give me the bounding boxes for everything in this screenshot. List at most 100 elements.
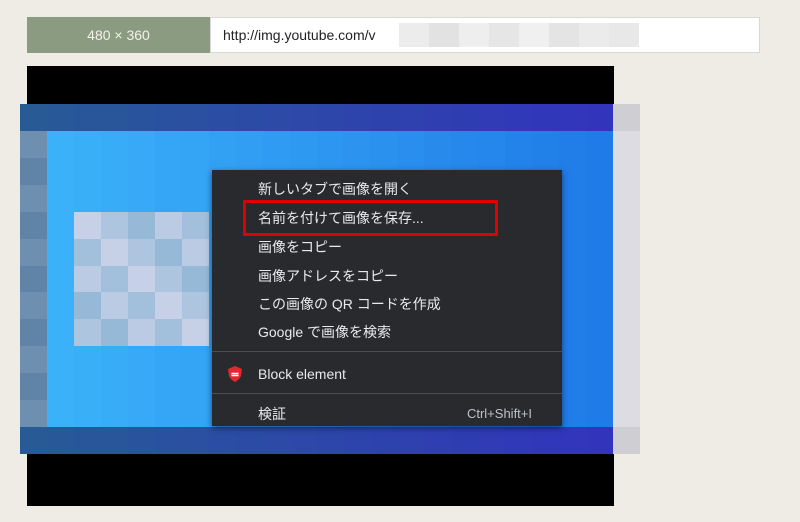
mosaic-cell — [586, 292, 614, 320]
mosaic-cell — [586, 104, 614, 131]
mosaic-cell — [559, 292, 587, 320]
mosaic-cell — [20, 346, 47, 374]
menu-item-create-qr-code[interactable]: この画像の QR コードを作成 — [212, 291, 562, 317]
mosaic-cell — [127, 184, 155, 212]
mosaic-cell — [613, 292, 641, 320]
mosaic-cell — [451, 130, 479, 158]
mosaic-cell — [73, 346, 101, 374]
mosaic-cell — [586, 265, 614, 293]
mosaic-cell — [100, 319, 128, 347]
mosaic-cell — [613, 211, 641, 239]
mosaic-cell — [100, 130, 128, 158]
mosaic-cell — [100, 238, 128, 266]
mosaic-cell — [613, 346, 641, 374]
menu-item-search-google[interactable]: Google で画像を検索 — [212, 319, 562, 345]
mosaic-cell — [154, 211, 182, 239]
mosaic-cell — [154, 400, 182, 428]
mosaic-cell — [181, 157, 209, 185]
mosaic-cell — [20, 238, 47, 266]
mosaic-cell — [289, 104, 317, 131]
mosaic-cell — [316, 130, 344, 158]
mosaic-cell — [613, 104, 641, 131]
mosaic-cell — [613, 238, 641, 266]
mosaic-cell — [613, 130, 641, 158]
mosaic-cell — [181, 292, 209, 320]
mosaic-cell — [20, 211, 47, 239]
mosaic-cell — [424, 130, 452, 158]
mosaic-cell — [262, 130, 290, 158]
mosaic-cell — [46, 184, 74, 212]
mosaic-cell — [613, 319, 641, 347]
mosaic-cell — [154, 427, 182, 455]
mosaic-cell — [181, 238, 209, 266]
mosaic-cell — [154, 373, 182, 401]
mosaic-cell — [586, 373, 614, 401]
mosaic-cell — [586, 130, 614, 158]
mosaic-cell — [181, 104, 209, 131]
mosaic-cell — [20, 427, 47, 455]
mosaic-cell — [20, 265, 47, 293]
mosaic-cell — [424, 427, 452, 455]
mosaic-cell — [208, 130, 236, 158]
mosaic-cell — [127, 238, 155, 266]
menu-separator — [212, 393, 562, 394]
mosaic-cell — [46, 238, 74, 266]
context-menu: 新しいタブで画像を開く 名前を付けて画像を保存... 画像をコピー 画像アドレス… — [212, 170, 562, 426]
mosaic-cell — [370, 104, 398, 131]
mosaic-cell — [343, 427, 371, 455]
mosaic-cell — [100, 292, 128, 320]
mosaic-cell — [73, 292, 101, 320]
mosaic-cell — [46, 346, 74, 374]
mosaic-cell — [289, 130, 317, 158]
menu-item-block-element[interactable]: Block element — [212, 361, 562, 387]
mosaic-cell — [613, 427, 641, 455]
mosaic-cell — [397, 130, 425, 158]
mosaic-cell — [181, 427, 209, 455]
mosaic-cell — [559, 319, 587, 347]
menu-item-copy-image[interactable]: 画像をコピー — [212, 234, 562, 260]
mosaic-cell — [46, 319, 74, 347]
mosaic-cell — [559, 265, 587, 293]
mosaic-cell — [451, 427, 479, 455]
mosaic-cell — [586, 211, 614, 239]
mosaic-cell — [127, 346, 155, 374]
mosaic-cell — [235, 427, 263, 455]
url-text: http://img.youtube.com/v — [223, 27, 376, 43]
mosaic-cell — [46, 265, 74, 293]
mosaic-cell — [586, 319, 614, 347]
mosaic-cell — [208, 427, 236, 455]
mosaic-cell — [613, 400, 641, 428]
mosaic-cell — [316, 104, 344, 131]
mosaic-cell — [46, 104, 74, 131]
mosaic-cell — [505, 130, 533, 158]
mosaic-cell — [154, 319, 182, 347]
menu-item-label: Google で画像を検索 — [258, 324, 392, 340]
menu-separator — [212, 351, 562, 352]
mosaic-cell — [73, 184, 101, 212]
mosaic-cell — [127, 427, 155, 455]
mosaic-cell — [559, 373, 587, 401]
mosaic-cell — [370, 427, 398, 455]
mosaic-cell — [127, 130, 155, 158]
mosaic-cell — [100, 104, 128, 131]
mosaic-cell — [100, 211, 128, 239]
mosaic-cell — [20, 292, 47, 320]
menu-item-label: この画像の QR コードを作成 — [258, 296, 441, 312]
mosaic-cell — [586, 427, 614, 455]
mosaic-cell — [181, 319, 209, 347]
menu-item-copy-image-address[interactable]: 画像アドレスをコピー — [212, 263, 562, 289]
menu-item-inspect[interactable]: 検証 Ctrl+Shift+I — [212, 401, 562, 427]
mosaic-cell — [20, 184, 47, 212]
image-url-field[interactable]: http://img.youtube.com/v — [210, 17, 760, 53]
menu-item-open-image-new-tab[interactable]: 新しいタブで画像を開く — [212, 176, 562, 202]
mosaic-cell — [46, 211, 74, 239]
menu-item-label: 画像をコピー — [258, 239, 342, 255]
mosaic-cell — [181, 346, 209, 374]
mosaic-cell — [532, 427, 560, 455]
mosaic-cell — [100, 373, 128, 401]
mosaic-cell — [586, 184, 614, 212]
mosaic-cell — [127, 319, 155, 347]
menu-item-save-image-as[interactable]: 名前を付けて画像を保存... — [212, 205, 562, 231]
mosaic-cell — [20, 319, 47, 347]
mosaic-cell — [343, 104, 371, 131]
